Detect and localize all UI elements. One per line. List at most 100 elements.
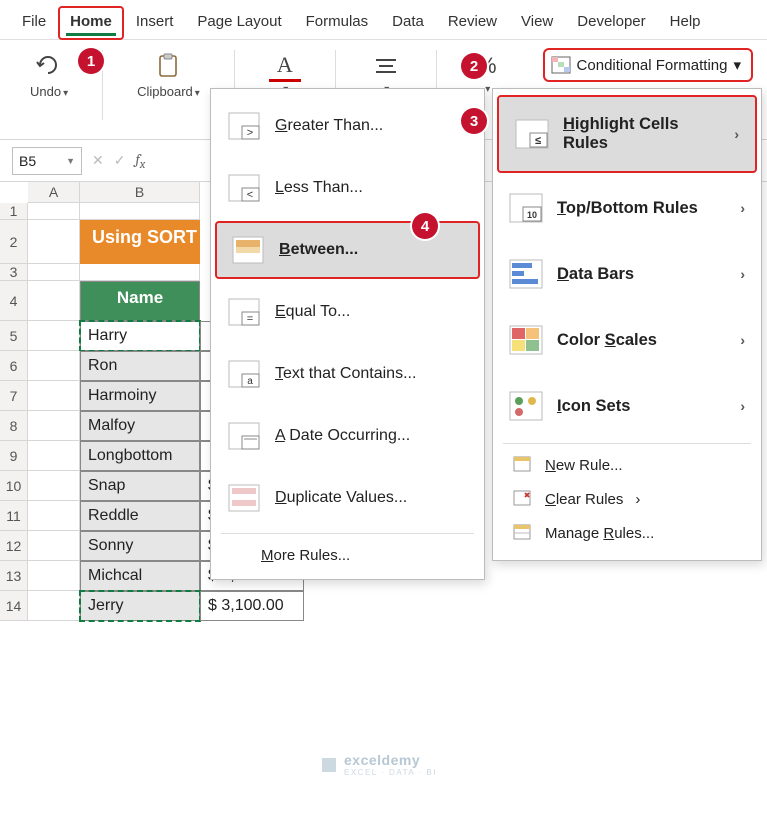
row-header[interactable]: 13 xyxy=(0,561,28,591)
menu-item-new-rule[interactable]: New Rule... xyxy=(493,448,761,482)
tab-developer[interactable]: Developer xyxy=(565,6,657,40)
cell[interactable] xyxy=(80,203,200,220)
cell-salary[interactable]: $ 3,100.00 xyxy=(200,591,304,621)
clipboard-group[interactable]: Clipboard▾ xyxy=(137,50,200,99)
row-header[interactable]: 11 xyxy=(0,501,28,531)
tab-review[interactable]: Review xyxy=(436,6,509,40)
watermark: exceldemy EXCEL · DATA · BI xyxy=(320,752,437,777)
menu-item-duplicate-values[interactable]: Duplicate Values... xyxy=(211,467,484,529)
cell[interactable] xyxy=(28,264,80,281)
row-header[interactable]: 7 xyxy=(0,381,28,411)
cell-name[interactable]: Sonny xyxy=(80,531,200,561)
clipboard-icon xyxy=(152,50,184,82)
menu-item-text-contains[interactable]: a Text that Contains... xyxy=(211,343,484,405)
menu-label: A Date Occurring... xyxy=(275,427,410,445)
cell[interactable] xyxy=(28,220,80,264)
cell[interactable] xyxy=(28,501,80,531)
chevron-down-icon: ▼ xyxy=(66,156,75,166)
cell-name[interactable]: Reddle xyxy=(80,501,200,531)
tab-file[interactable]: File xyxy=(10,6,58,40)
menu-item-less-than[interactable]: < Less Than... xyxy=(211,157,484,219)
undo-label: Undo xyxy=(30,84,61,99)
cell[interactable] xyxy=(28,351,80,381)
row-header[interactable]: 14 xyxy=(0,591,28,621)
menu-label: Top/Bottom Rules xyxy=(557,199,698,218)
cell-name[interactable]: Ron xyxy=(80,351,200,381)
menu-item-between[interactable]: Between... xyxy=(215,221,480,279)
chevron-right-icon: › xyxy=(740,332,745,348)
menu-item-date-occurring[interactable]: A Date Occurring... xyxy=(211,405,484,467)
menu-label: Data Bars xyxy=(557,265,634,284)
name-box-value: B5 xyxy=(19,153,36,169)
highlight-cells-icon: ≤ xyxy=(515,119,549,149)
cell[interactable] xyxy=(28,531,80,561)
row-header[interactable]: 6 xyxy=(0,351,28,381)
conditional-formatting-button[interactable]: Conditional Formatting ▾ xyxy=(543,48,753,82)
menu-label: More Rules... xyxy=(261,547,350,564)
col-header-b[interactable]: B xyxy=(80,182,200,203)
cell-name[interactable]: Malfoy xyxy=(80,411,200,441)
menu-label: Clear Rules xyxy=(545,491,623,508)
cell[interactable] xyxy=(28,281,80,321)
cell-name[interactable]: Snap xyxy=(80,471,200,501)
col-header-a[interactable]: A xyxy=(28,182,80,203)
tab-page-layout[interactable]: Page Layout xyxy=(185,6,293,40)
cell-name[interactable]: Harry xyxy=(80,321,200,351)
undo-group[interactable]: Undo▾ xyxy=(30,50,68,99)
cell[interactable] xyxy=(28,441,80,471)
row-header[interactable]: 1 xyxy=(0,203,28,220)
row-header[interactable]: 4 xyxy=(0,281,28,321)
color-scales-icon xyxy=(509,325,543,355)
menu-item-data-bars[interactable]: Data Bars › xyxy=(493,241,761,307)
svg-text:a: a xyxy=(247,376,253,387)
cell[interactable] xyxy=(28,321,80,351)
cell[interactable] xyxy=(28,203,80,220)
row-header[interactable]: 12 xyxy=(0,531,28,561)
menu-item-greater-than[interactable]: > Greater Than... xyxy=(211,95,484,157)
tab-view[interactable]: View xyxy=(509,6,565,40)
menu-label: Icon Sets xyxy=(557,397,630,416)
menu-item-top-bottom-rules[interactable]: 10 Top/Bottom Rules › xyxy=(493,175,761,241)
cell-name[interactable]: Michcal xyxy=(80,561,200,591)
cell-name[interactable]: Jerry xyxy=(80,591,200,621)
tab-home[interactable]: Home xyxy=(58,6,124,40)
tab-data[interactable]: Data xyxy=(380,6,436,40)
row-header[interactable]: 9 xyxy=(0,441,28,471)
row-header[interactable]: 10 xyxy=(0,471,28,501)
text-contains-icon: a xyxy=(227,359,261,389)
row-header[interactable]: 5 xyxy=(0,321,28,351)
row-header[interactable]: 3 xyxy=(0,264,28,281)
menu-item-clear-rules[interactable]: Clear Rules › xyxy=(493,482,761,516)
new-rule-icon xyxy=(513,456,533,474)
menu-item-manage-rules[interactable]: Manage Rules... xyxy=(493,516,761,550)
svg-text:10: 10 xyxy=(527,210,537,220)
row-header[interactable]: 8 xyxy=(0,411,28,441)
cell[interactable] xyxy=(28,411,80,441)
chevron-down-icon: ▾ xyxy=(733,56,741,74)
name-box[interactable]: B5 ▼ xyxy=(12,147,82,175)
cell[interactable] xyxy=(28,381,80,411)
svg-text:<: < xyxy=(247,189,253,201)
between-icon xyxy=(231,235,265,265)
cell[interactable] xyxy=(28,561,80,591)
tab-formulas[interactable]: Formulas xyxy=(294,6,381,40)
cell[interactable] xyxy=(28,471,80,501)
menu-label: Manage Rules... xyxy=(545,525,654,542)
menu-item-icon-sets[interactable]: Icon Sets › xyxy=(493,373,761,439)
menu-item-more-rules[interactable]: More Rules... xyxy=(211,538,484,573)
menu-item-equal-to[interactable]: = Equal To... xyxy=(211,281,484,343)
fx-icon[interactable]: fx xyxy=(135,150,145,172)
cell-name[interactable]: Harmoiny xyxy=(80,381,200,411)
cell[interactable] xyxy=(28,591,80,621)
tab-insert[interactable]: Insert xyxy=(124,6,186,40)
tab-help[interactable]: Help xyxy=(658,6,713,40)
menu-item-highlight-cells-rules[interactable]: ≤ Highlight Cells Rules › xyxy=(497,95,757,173)
row-header[interactable]: 2 xyxy=(0,220,28,264)
menu-item-color-scales[interactable]: Color Scales › xyxy=(493,307,761,373)
cell-name[interactable]: Longbottom xyxy=(80,441,200,471)
svg-text:≤: ≤ xyxy=(535,135,541,147)
callout-1: 1 xyxy=(78,48,104,74)
cell[interactable] xyxy=(80,264,200,281)
svg-text:=: = xyxy=(247,313,253,325)
menu-label: Equal To... xyxy=(275,303,350,321)
